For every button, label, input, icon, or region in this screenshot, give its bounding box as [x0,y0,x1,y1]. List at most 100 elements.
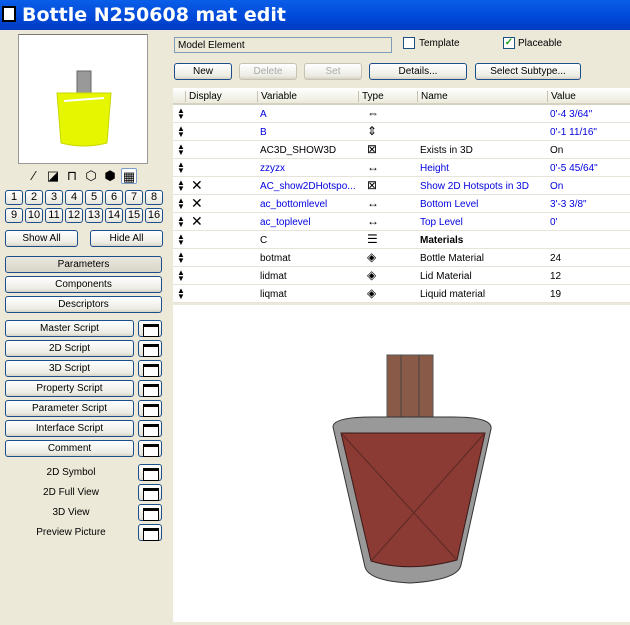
property-script-button[interactable]: Property Script [5,380,134,397]
header-display[interactable]: Display [185,91,222,102]
table-row[interactable]: ▲ ▼ AC3D_SHOW3D ⊠ Exists in 3D On [173,141,630,159]
variable-cell: zzyzx [260,163,285,174]
set-button[interactable]: Set [304,63,362,80]
table-row[interactable]: ▲ ▼ botmat ◈ Bottle Material 24 [173,249,630,267]
hide-all-button[interactable]: Hide All [90,230,163,247]
layer-button-1[interactable]: 1 [5,190,23,205]
open-window-icon[interactable] [138,400,162,417]
type-icon: ⇔ [367,106,379,120]
layer-button-12[interactable]: 12 [65,208,83,223]
filmstrip-icon[interactable]: ▦ [121,168,137,184]
3d-script-button[interactable]: 3D Script [5,360,134,377]
bottle-preview-image [56,70,112,147]
layer-button-3[interactable]: 3 [45,190,63,205]
table-row[interactable]: ▲ ▼ zzyzx ↔ Height 0'-5 45/64" [173,159,630,177]
type-icon: ↔ [367,196,379,210]
layer-button-2[interactable]: 2 [25,190,43,205]
2d-line-icon[interactable]: ⁄ [26,168,42,184]
table-row[interactable]: ▲ ▼ C ☰ Materials [173,231,630,249]
variable-cell: AC3D_SHOW3D [260,145,337,156]
comment-button[interactable]: Comment [5,440,134,457]
master-script-button[interactable]: Master Script [5,320,134,337]
table-row[interactable]: ▲ ▼ ✕ AC_show2DHotspo... ⊠ Show 2D Hotspots i… [173,177,630,195]
reorder-arrow-icon[interactable]: ▲ ▼ [177,233,185,247]
open-window-icon[interactable] [138,440,162,457]
select-subtype-button[interactable]: Select Subtype... [475,63,581,80]
open-window-icon[interactable] [138,360,162,377]
layer-button-6[interactable]: 6 [105,190,123,205]
layer-button-5[interactable]: 5 [85,190,103,205]
layer-button-10[interactable]: 10 [25,208,43,223]
name-cell: Exists in 3D [420,145,473,156]
reorder-arrow-icon[interactable]: ▲ ▼ [177,179,185,193]
value-cell: On [550,181,564,192]
name-cell: Top Level [420,217,463,228]
layer-button-7[interactable]: 7 [125,190,143,205]
3d-solid-icon[interactable]: ⬢ [102,168,118,184]
type-icon: ◈ [367,250,377,264]
reorder-arrow-icon[interactable]: ▲ ▼ [177,251,185,265]
layer-button-11[interactable]: 11 [45,208,63,223]
parameter-table: Display Variable Type Name Value ▲ ▼ A ⇔ 0'-… [173,88,630,303]
details-button[interactable]: Details... [369,63,467,80]
parameter-script-button[interactable]: Parameter Script [5,400,134,417]
floppy-icon [2,6,16,22]
section-descriptors-button[interactable]: Descriptors [5,296,162,313]
layer-button-15[interactable]: 15 [125,208,143,223]
table-row[interactable]: ▲ ▼ lidmat ◈ Lid Material 12 [173,267,630,285]
interface-script-button[interactable]: Interface Script [5,420,134,437]
layer-button-16[interactable]: 16 [145,208,163,223]
reorder-arrow-icon[interactable]: ▲ ▼ [177,215,185,229]
placeable-checkbox[interactable]: ✓ [503,37,515,49]
table-row[interactable]: ▲ ▼ B ⇕ 0'-1 11/16" [173,123,630,141]
reorder-arrow-icon[interactable]: ▲ ▼ [177,269,185,283]
section-parameters-button[interactable]: Parameters [5,256,162,273]
subtype-field[interactable]: Model Element [174,37,392,53]
open-window-icon[interactable] [138,380,162,397]
variable-cell: botmat [260,253,291,264]
open-window-icon[interactable] [138,524,162,541]
new-button[interactable]: New [174,63,232,80]
type-icon: ⇕ [367,124,378,138]
table-row[interactable]: ▲ ▼ ✕ ac_toplevel ↔ Top Level 0' [173,213,630,231]
reorder-arrow-icon[interactable]: ▲ ▼ [177,161,185,175]
open-window-icon[interactable] [138,320,162,337]
2d-script-button[interactable]: 2D Script [5,340,134,357]
reorder-arrow-icon[interactable]: ▲ ▼ [177,107,185,121]
show-all-button[interactable]: Show All [5,230,78,247]
layer-button-8[interactable]: 8 [145,190,163,205]
3d-wire-icon[interactable]: ⬡ [83,168,99,184]
table-row[interactable]: ▲ ▼ liqmat ◈ Liquid material 19 [173,285,630,303]
header-name[interactable]: Name [417,91,448,102]
template-label: Template [419,38,460,49]
header-variable[interactable]: Variable [257,91,297,102]
open-window-icon[interactable] [138,420,162,437]
template-checkbox[interactable] [403,37,415,49]
reorder-arrow-icon[interactable]: ▲ ▼ [177,125,185,139]
section-components-button[interactable]: Components [5,276,162,293]
layer-button-4[interactable]: 4 [65,190,83,205]
2d-box-icon[interactable]: ◪ [45,168,61,184]
open-window-icon[interactable] [138,464,162,481]
3d-view-area [173,305,630,622]
header-value[interactable]: Value [547,91,576,102]
reorder-arrow-icon[interactable]: ▲ ▼ [177,143,185,157]
table-row[interactable]: ▲ ▼ A ⇔ 0'-4 3/64" [173,105,630,123]
variable-cell: ac_bottomlevel [260,199,328,210]
value-cell: 0' [550,217,558,228]
type-icon: ↔ [367,160,379,174]
delete-button[interactable]: Delete [239,63,297,80]
table-row[interactable]: ▲ ▼ ✕ ac_bottomlevel ↔ Bottom Level 3'-3 3/8" [173,195,630,213]
header-type[interactable]: Type [358,91,384,102]
open-window-icon[interactable] [138,340,162,357]
name-cell: Liquid material [420,289,486,300]
open-window-icon[interactable] [138,484,162,501]
reorder-arrow-icon[interactable]: ▲ ▼ [177,197,185,211]
open-window-icon[interactable] [138,504,162,521]
placeable-label: Placeable [518,38,562,49]
layer-button-9[interactable]: 9 [5,208,23,223]
layer-button-13[interactable]: 13 [85,208,103,223]
section-icon[interactable]: ⊓ [64,168,80,184]
layer-button-14[interactable]: 14 [105,208,123,223]
reorder-arrow-icon[interactable]: ▲ ▼ [177,287,185,301]
